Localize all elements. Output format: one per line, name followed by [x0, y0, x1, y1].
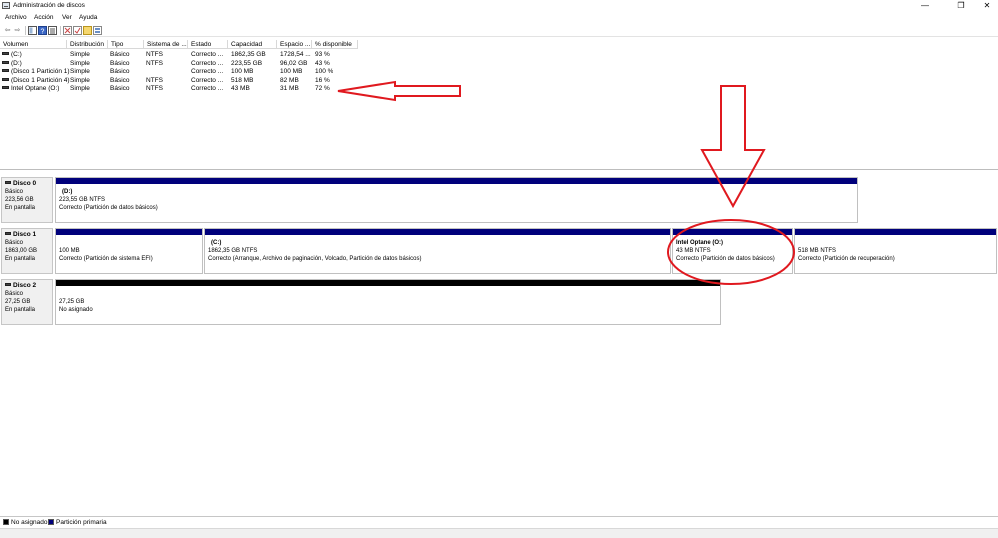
column-header-distribucion[interactable]: Distribución — [67, 40, 108, 49]
cell-estado: Correcto ... — [191, 85, 224, 92]
svg-text:?: ? — [41, 29, 45, 36]
column-header-tipo[interactable]: Tipo — [108, 40, 144, 49]
drive-icon — [2, 77, 9, 81]
volume-name: Intel Optane (O:) — [11, 85, 60, 92]
disk-name: Disco 2 — [13, 282, 37, 289]
menu-ver[interactable]: Ver — [62, 14, 72, 21]
volume-name: (Disco 1 Partición 4) — [11, 76, 70, 84]
partition-status: Correcto (Arranque, Archivo de paginació… — [208, 256, 422, 262]
volume-name: (C:) — [11, 51, 22, 58]
legend-unallocated: No asignado — [3, 518, 48, 527]
partition-size: 223,55 GB NTFS — [59, 197, 106, 203]
column-header-espacio[interactable]: Espacio ... — [277, 40, 312, 49]
volume-name: (Disco 1 Partición 1) — [11, 68, 70, 75]
partition-name: Intel Optane (O:) — [676, 240, 723, 246]
close-button[interactable]: ✕ — [972, 0, 998, 12]
menu-accion[interactable]: Acción — [34, 14, 54, 21]
partition-d[interactable]: (D:) 223,55 GB NTFS Correcto (Partición … — [55, 177, 858, 223]
cell-distribucion: Simple — [70, 85, 90, 92]
legend: No asignado Partición primaria — [0, 516, 998, 528]
unallocated-swatch — [3, 518, 9, 525]
legend-primary-partition: Partición primaria — [48, 518, 107, 527]
volume-list: Volumen Distribución Tipo Sistema de ...… — [0, 40, 998, 170]
check-icon[interactable] — [73, 26, 82, 35]
menu-bar: Archivo Acción Ver Ayuda — [0, 12, 998, 23]
cell-disponible: 72 % — [315, 85, 330, 92]
partition-c[interactable]: (C:) 1862,35 GB NTFS Correcto (Arranque,… — [204, 228, 671, 274]
column-header-capacidad[interactable]: Capacidad — [228, 40, 277, 49]
partition-size: 100 MB — [59, 248, 80, 254]
disk-name: Disco 0 — [13, 180, 37, 187]
disk-size: 223,56 GB — [5, 197, 34, 203]
cell-sistema: NTFS — [146, 85, 163, 92]
disk-icon — [5, 181, 11, 185]
window-title: Administración de discos — [13, 2, 85, 9]
partition-size: 518 MB NTFS — [798, 248, 837, 254]
partition-status: No asignado — [59, 307, 93, 313]
back-arrow-icon[interactable]: ⇦ — [3, 26, 12, 35]
disk-size: 1863,00 GB — [5, 248, 38, 254]
partition-size: 43 MB NTFS — [676, 248, 711, 254]
console-tree-icon[interactable] — [28, 26, 37, 35]
menu-archivo[interactable]: Archivo — [5, 14, 27, 21]
volume-name: (D:) — [11, 59, 22, 67]
column-header-sistema[interactable]: Sistema de ... — [144, 40, 188, 49]
remove-icon[interactable] — [63, 26, 72, 35]
disk-0-label[interactable]: Disco 0 Básico 223,56 GB En pantalla — [1, 177, 53, 223]
toolbar: ⇦ ⇨ ? — [0, 24, 998, 37]
view-icon[interactable] — [93, 26, 102, 35]
disk-management-app-icon — [2, 2, 10, 9]
disk-status: En pantalla — [5, 256, 36, 262]
disk-size: 27,25 GB — [5, 299, 31, 305]
disk-name: Disco 1 — [13, 231, 37, 238]
partition-status: Correcto (Partición de sistema EFI) — [59, 256, 153, 262]
column-header-volumen[interactable]: Volumen — [0, 40, 67, 49]
new-icon[interactable] — [83, 26, 92, 35]
cell-capacidad: 43 MB — [231, 85, 250, 92]
disk-icon — [5, 232, 11, 236]
partition-status: Correcto (Partición de datos básicos) — [59, 205, 158, 211]
partition-efi[interactable]: 100 MB Correcto (Partición de sistema EF… — [55, 228, 203, 274]
cell-tipo: Básico — [110, 85, 130, 92]
disk-type: Básico — [5, 240, 24, 246]
cell-espacio: 31 MB — [280, 85, 299, 92]
disk-graphical-view: Disco 0 Básico 223,56 GB En pantalla (D:… — [0, 172, 998, 516]
drive-icon — [2, 60, 9, 64]
partition-size: 1862,35 GB NTFS — [208, 248, 258, 254]
disk-status: En pantalla — [5, 205, 36, 211]
disk-type: Básico — [5, 189, 24, 195]
help-icon[interactable]: ? — [38, 26, 47, 36]
properties-list-icon[interactable] — [48, 26, 57, 35]
partition-status: Correcto (Partición de recuperación) — [798, 256, 895, 262]
forward-arrow-icon[interactable]: ⇨ — [13, 26, 22, 35]
column-header-estado[interactable]: Estado — [188, 40, 228, 49]
table-row[interactable]: Intel Optane (O:) Simple Básico NTFS Cor… — [0, 84, 998, 93]
title-bar: Administración de discos — ❐ ✕ — [0, 0, 998, 12]
drive-icon — [2, 69, 9, 73]
partition-size: 27,25 GB — [59, 299, 85, 305]
partition-recovery[interactable]: 518 MB NTFS Correcto (Partición de recup… — [794, 228, 997, 274]
column-header-disponible[interactable]: % disponible — [312, 40, 358, 49]
disk-status: En pantalla — [5, 307, 36, 313]
disk-1-label[interactable]: Disco 1 Básico 1863,00 GB En pantalla — [1, 228, 53, 274]
disk-2-label[interactable]: Disco 2 Básico 27,25 GB En pantalla — [1, 279, 53, 325]
menu-ayuda[interactable]: Ayuda — [79, 14, 97, 21]
drive-icon — [2, 52, 9, 56]
primary-swatch — [48, 518, 54, 525]
unallocated-space[interactable]: 27,25 GB No asignado — [55, 279, 721, 325]
disk-icon — [5, 283, 11, 287]
partition-intel-optane[interactable]: Intel Optane (O:) 43 MB NTFS Correcto (P… — [672, 228, 793, 274]
disk-type: Básico — [5, 291, 24, 297]
partition-status: Correcto (Partición de datos básicos) — [676, 256, 775, 262]
partition-name: (C:) — [211, 240, 222, 246]
minimize-button[interactable]: — — [910, 0, 940, 12]
status-bar — [0, 528, 998, 538]
partition-name: (D:) — [62, 189, 73, 195]
drive-icon — [2, 86, 9, 90]
